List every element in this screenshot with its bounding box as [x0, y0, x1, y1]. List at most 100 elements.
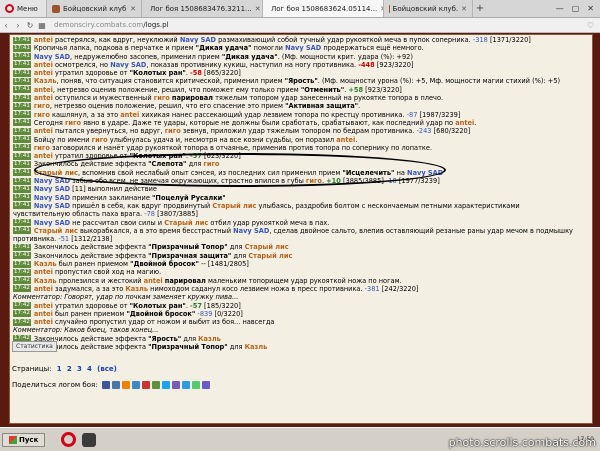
log-text: Казль, поняв, что ситуация становится кр…	[33, 77, 561, 86]
log-text: antei утратил здоровье от "Колотых ран".…	[33, 301, 241, 310]
log-timestamp: 17:41	[13, 260, 31, 268]
page-link-all[interactable]: (все)	[97, 365, 117, 373]
log-text: противника. -51 [1312/2138]	[13, 235, 113, 244]
favorite-heart-icon[interactable]: ♡	[587, 21, 594, 30]
share-network-icon[interactable]	[181, 381, 190, 389]
reload-icon[interactable]: ↻	[24, 21, 36, 30]
log-timestamp: 17:41	[13, 119, 31, 127]
opera-taskbar-icon[interactable]	[61, 432, 77, 447]
log-timestamp: 17:41	[13, 111, 31, 119]
log-text: Бойцу по имени гиго улыбнулась удача и, …	[33, 135, 358, 144]
log-line: 17:42 antei был ранен приемом "Двойной бр…	[13, 310, 592, 318]
log-text: Navy SAD, недружелюбно засопев, применил…	[33, 52, 413, 61]
share-network-icon[interactable]	[201, 381, 210, 389]
log-line: 17:42 Закончилось действие эффекта "Ярост…	[13, 335, 592, 343]
log-text: antei растерялся, как вдруг, неуклюжий N…	[33, 36, 531, 44]
tab-battle-log-2[interactable]: Лог боя 1508683624.05114... ✕	[263, 0, 384, 17]
log-timestamp: 17:41	[13, 94, 31, 102]
log-text: Navy SAD применил заклинание "Поцелуй Ру…	[33, 193, 226, 202]
window-controls: — ▢ ✕	[556, 0, 600, 17]
log-text: Казль был ранен приемом "Двойной бросок"…	[33, 260, 249, 269]
log-text: чувствительную область паха врага. -78 […	[13, 210, 198, 219]
log-line: противника. -51 [1312/2138]	[13, 235, 592, 244]
forward-icon[interactable]: ›	[12, 21, 24, 30]
share-network-icon[interactable]	[151, 381, 160, 389]
share-network-icon[interactable]	[121, 381, 130, 389]
log-text: Комментатор: Каков бюец, таков конец...	[13, 326, 159, 335]
share-network-icon[interactable]	[191, 381, 200, 389]
log-line: 17:41 Navy SAD, недружелюбно засопев, при…	[13, 52, 592, 61]
close-window-icon[interactable]: ✕	[587, 4, 594, 13]
log-timestamp: 17:42	[13, 302, 31, 309]
url-field[interactable]: demonsciry.combats.com/logs.pl	[54, 21, 169, 29]
log-timestamp: 17:42	[13, 277, 31, 285]
log-line: 17:41 гиго, нетрезво оценив положение, ре…	[13, 102, 592, 111]
log-timestamp: 17:41	[13, 160, 31, 168]
log-text: Navy SAD [11] выполнил действие	[33, 185, 157, 194]
start-button[interactable]: Пуск	[2, 432, 46, 447]
page-link-1[interactable]: 1	[57, 365, 62, 373]
new-tab-icon[interactable]: +	[473, 0, 487, 17]
tab-fight-club-2[interactable]: Бойцовский клуб. ✕	[384, 0, 473, 17]
log-text: antei оступился и мужественный гиго пари…	[33, 94, 444, 103]
log-text: antei задумался, а за это Казль нимоходо…	[33, 284, 419, 293]
log-timestamp: 17:41	[13, 252, 31, 260]
log-line: 17:42 antei пропустил свой ход на магию.	[13, 268, 592, 276]
maximize-icon[interactable]: ▢	[572, 4, 580, 13]
log-text: antei, нетрезво оценив положение, решил,…	[33, 85, 402, 94]
share-network-icon[interactable]	[161, 381, 170, 389]
log-timestamp: 17:41	[13, 77, 31, 85]
log-line: 17:42 antei задумался, а за это Казль ним…	[13, 284, 592, 293]
log-timestamp: 17:41	[13, 102, 31, 110]
log-line: 17:41 гиго кашлянул, а за это antei хихик…	[13, 110, 592, 119]
page-link-3[interactable]: 3	[77, 365, 82, 373]
log-text: antei случайно пропустил удар от ножом и…	[33, 318, 275, 327]
back-icon[interactable]: ‹	[0, 21, 12, 30]
grid-icon[interactable]: ▦	[36, 21, 48, 30]
tab-fight-club[interactable]: Бойцовский клуб ✕	[47, 0, 142, 17]
tab-battle-log-1[interactable]: Лог боя 1508683476.3211... ✕	[142, 0, 263, 17]
log-line: 17:41 Казль был ранен приемом "Двойной бр…	[13, 260, 592, 269]
battle-log: 17:41 antei растерялся, как вдруг, неуклю…	[10, 35, 592, 352]
pagination: Страницы: 1 2 3 4 (все)	[12, 365, 117, 373]
share-network-icon[interactable]	[131, 381, 140, 389]
close-tab-icon[interactable]: ✕	[130, 5, 136, 13]
log-timestamp: 17:41	[13, 144, 31, 152]
log-line: 17:41 antei оступился и мужественный гиго…	[13, 94, 592, 103]
log-timestamp: 17:42	[13, 285, 31, 293]
statistics-button[interactable]: Статистика	[12, 341, 57, 352]
log-timestamp: 17:41	[13, 169, 31, 177]
log-line: 17:41 гиго заговорился и нанёт удар рукоя…	[13, 144, 592, 152]
log-text: гиго кашлянул, а за это antei хихикая на…	[33, 110, 461, 119]
media-player-icon[interactable]	[82, 432, 97, 447]
log-timestamp: 17:41	[13, 53, 31, 61]
windows-logo-icon	[9, 435, 17, 444]
minimize-icon[interactable]: —	[556, 4, 564, 13]
log-text: Закончилось действие эффекта "Призрачный…	[33, 243, 289, 252]
log-text: гиго, нетрезво оценив положение, решил, …	[33, 102, 361, 111]
log-timestamp: 17:41	[13, 61, 31, 69]
page-link-2[interactable]: 2	[67, 365, 72, 373]
share-network-icon[interactable]	[141, 381, 150, 389]
log-timestamp: 17:41	[13, 44, 31, 52]
share-network-icon[interactable]	[111, 381, 120, 389]
log-timestamp: 17:41	[13, 194, 31, 202]
address-bar: ‹ › ↻ ▦ demonsciry.combats.com/logs.pl ♡	[0, 18, 600, 33]
close-tab-icon[interactable]: ✕	[461, 5, 467, 13]
share-network-icon[interactable]	[101, 381, 110, 389]
log-line: 17:41 Бойцу по имени гиго улыбнулась удач…	[13, 135, 592, 144]
browser-menu-button[interactable]: Меню	[0, 0, 47, 17]
close-tab-icon[interactable]: ✕	[255, 5, 261, 13]
log-timestamp: 17:41	[13, 127, 31, 135]
share-icons	[101, 381, 210, 389]
log-line: 17:42 antei утратил здоровье от "Колотых …	[13, 301, 592, 310]
log-text: Navy SAD пришёл в себя, как вдруг продви…	[33, 201, 520, 210]
log-line: 17:41 Казль, поняв, что ситуация становит…	[13, 77, 592, 86]
share-network-icon[interactable]	[171, 381, 180, 389]
page-link-4[interactable]: 4	[87, 365, 92, 373]
log-line: 17:41 Navy SAD не рассчитал свои силы и С…	[13, 219, 592, 227]
log-line: 17:41 Закончилось действие эффекта "Призр…	[13, 252, 592, 260]
log-text: Закончилось действие эффекта "Призрачный…	[33, 342, 268, 351]
site-favicon-icon	[52, 4, 60, 13]
log-line: Комментатор: Говорят, удар по почкам зам…	[13, 293, 592, 301]
